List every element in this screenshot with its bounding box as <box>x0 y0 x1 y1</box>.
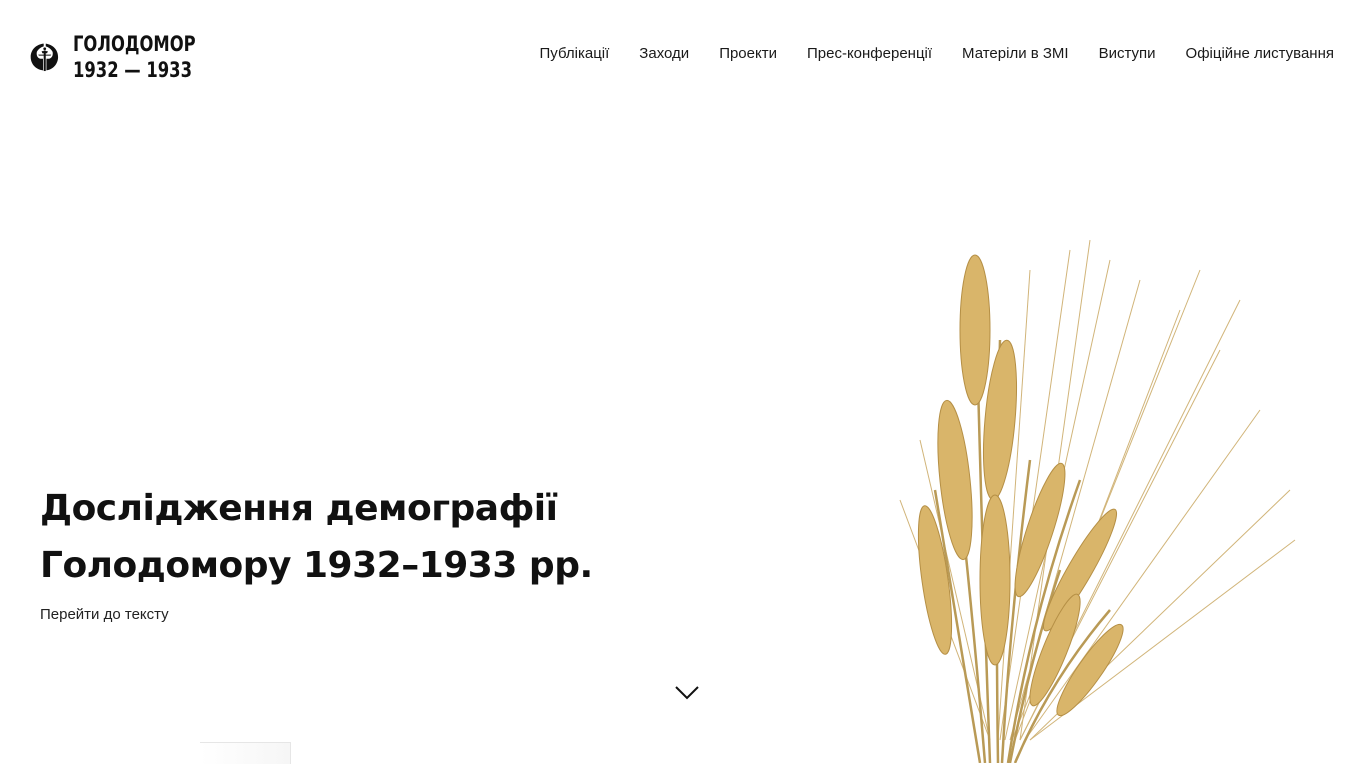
content-card-edge <box>200 742 291 764</box>
nav-publications[interactable]: Публікації <box>540 45 610 62</box>
logo-text: ГОЛОДОМОР 1932 — 1933 <box>73 31 196 83</box>
go-to-text-link[interactable]: Перейти до тексту <box>40 606 169 623</box>
logo-title: ГОЛОДОМОР <box>72 32 196 56</box>
nav-media-materials[interactable]: Матеріли в ЗМІ <box>962 45 1069 62</box>
holodomor-memorial-icon <box>30 43 59 72</box>
hero-title-line2: Голодомору 1932–1933 рр. <box>40 545 593 586</box>
nav-speeches[interactable]: Виступи <box>1099 45 1156 62</box>
site-header: ГОЛОДОМОР 1932 — 1933 Публікації Заходи … <box>0 0 1348 110</box>
main-nav: Публікації Заходи Проекти Прес-конференц… <box>510 45 1334 62</box>
nav-official-correspondence[interactable]: Офіційне листування <box>1186 45 1334 62</box>
logo-years: 1932 — 1933 <box>72 58 192 82</box>
nav-events[interactable]: Заходи <box>639 45 689 62</box>
nav-projects[interactable]: Проекти <box>719 45 777 62</box>
site-logo[interactable]: ГОЛОДОМОР 1932 — 1933 <box>30 16 230 98</box>
nav-press-conferences[interactable]: Прес-конференції <box>807 45 932 62</box>
hero-title: Дослідження демографії Голодомору 1932–1… <box>40 480 740 594</box>
chevron-down-icon[interactable] <box>674 684 700 702</box>
wheat-ears-image <box>899 240 1296 763</box>
hero-title-line1: Дослідження демографії <box>40 488 558 529</box>
